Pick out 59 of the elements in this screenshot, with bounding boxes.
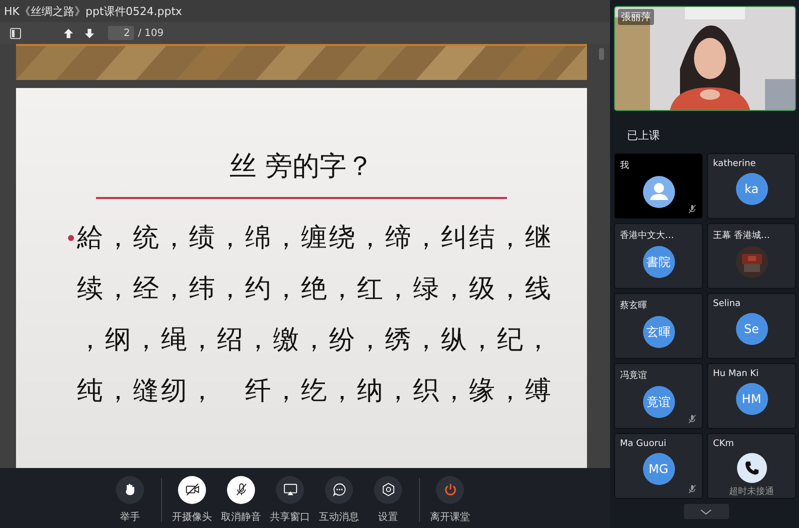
avatar-initials: 書院: [642, 246, 674, 278]
participant-tile[interactable]: 蔡玄暉 玄暉: [614, 293, 703, 359]
user-avatar-icon: [642, 176, 674, 208]
participant-name: Ma Guorui: [620, 439, 666, 449]
participant-tile[interactable]: Selina Se: [707, 293, 796, 359]
chat-icon: [332, 482, 346, 497]
window-title: HK《丝绸之路》ppt课件0524.pptx: [4, 4, 182, 18]
bullet-dot: [68, 235, 74, 241]
camera-off-icon: [184, 482, 200, 497]
participant-name: Selina: [713, 299, 740, 309]
toolbar-button[interactable]: 举手: [106, 476, 154, 524]
scrollbar-thumb[interactable]: [599, 48, 604, 60]
slide-text-line: 续，经，纬，约，绝，红，绿，级，线: [77, 273, 553, 306]
slide-title: 丝 旁的字？: [230, 150, 374, 184]
toolbar-button[interactable]: 开摄像头: [168, 476, 216, 524]
participant-tile[interactable]: 王幕 香港城…: [707, 223, 796, 289]
toolbar-button[interactable]: 离开课堂: [426, 476, 474, 524]
participant-name: 蔡玄暉: [620, 300, 647, 312]
participant-name: 張丽萍: [618, 9, 654, 25]
sidebar-toggle-icon[interactable]: [10, 28, 21, 38]
page-number-field[interactable]: 2: [108, 26, 134, 40]
participant-tile[interactable]: 香港中文大… 書院: [614, 223, 703, 289]
participant-name: Hu Man Ki: [713, 369, 759, 379]
participant-name: katherine: [713, 159, 756, 169]
page-count: / 109: [138, 28, 164, 38]
slide-text-line: ，纲，绳，绍，缴，纷，绣，纵，纪，: [77, 324, 553, 357]
screen-share-icon: [282, 482, 298, 497]
participant-tile[interactable]: CKm 超时未接通: [707, 433, 796, 499]
phone-icon: [736, 453, 768, 483]
next-page-icon[interactable]: [84, 28, 95, 38]
participant-tile[interactable]: Ma Guorui MG: [614, 433, 703, 499]
chevron-down-icon: [700, 508, 712, 514]
participant-tile[interactable]: 我: [614, 153, 703, 219]
power-icon: [442, 482, 458, 497]
slide-text-line: 給，统，绩，绵，缠绕，缔，纠结，继: [77, 222, 553, 255]
avatar-initials: Se: [736, 313, 768, 345]
toolbar-button[interactable]: 互动消息: [314, 476, 364, 524]
avatar-initials: ka: [736, 173, 768, 205]
participant-name: 王幕 香港城…: [713, 230, 770, 242]
previous-page-icon[interactable]: [63, 28, 74, 38]
toolbar-button[interactable]: 取消静音: [216, 476, 266, 524]
toolbar-button[interactable]: 设置: [364, 476, 412, 524]
participant-tile[interactable]: Hu Man Ki HM: [707, 363, 796, 429]
participant-name: 冯竟谊: [620, 370, 647, 382]
participant-name: 我: [620, 160, 629, 172]
slide-text-line: 纯，缝纫， 纤，纥，纳，织，缘，缚: [77, 375, 553, 408]
section-label: 已上课: [627, 128, 661, 143]
participant-name: 香港中文大…: [620, 230, 674, 242]
avatar-initials: HM: [736, 383, 768, 415]
avatar-initials: 玄暉: [642, 316, 674, 348]
toolbar-button[interactable]: 共享窗口: [266, 476, 314, 524]
mic-off-icon: [234, 482, 248, 497]
avatar-initials: 竟谊: [642, 386, 674, 418]
call-status: 超时未接通: [729, 486, 774, 498]
participant-name: CKm: [713, 439, 734, 449]
avatar-initials: MG: [642, 453, 674, 485]
participant-tile[interactable]: 冯竟谊 竟谊: [614, 363, 703, 429]
participant-tile[interactable]: katherine ka: [707, 153, 796, 219]
settings-icon: [380, 482, 396, 497]
